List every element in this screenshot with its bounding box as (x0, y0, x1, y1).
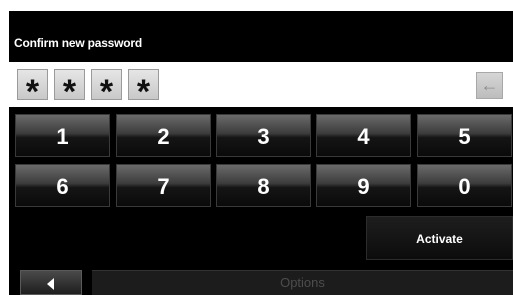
key-5[interactable]: 5 (417, 114, 512, 157)
backspace-arrow-icon: ← (480, 75, 499, 95)
key-4[interactable]: 4 (316, 114, 411, 157)
page-title: Confirm new password (14, 36, 143, 50)
key-3[interactable]: 3 (216, 114, 311, 157)
key-2[interactable]: 2 (116, 114, 211, 157)
activate-button[interactable]: Activate (366, 216, 513, 260)
key-7[interactable]: 7 (116, 164, 211, 207)
password-char-1: * (17, 69, 48, 111)
key-9[interactable]: 9 (316, 164, 411, 207)
backspace-button[interactable]: ← (476, 72, 503, 99)
back-button[interactable] (20, 270, 82, 295)
back-triangle-icon (47, 278, 54, 290)
password-field: * * * * ← (9, 62, 513, 111)
key-0[interactable]: 0 (417, 164, 512, 207)
password-char-4: * (128, 69, 159, 111)
password-keypad-screen: Confirm new password * * * * ← 1 2 3 4 5… (9, 11, 513, 295)
key-8[interactable]: 8 (216, 164, 311, 207)
key-6[interactable]: 6 (15, 164, 110, 207)
options-button[interactable]: Options (92, 270, 513, 295)
password-char-3: * (91, 69, 122, 111)
password-char-2: * (54, 69, 85, 111)
key-1[interactable]: 1 (15, 114, 110, 157)
